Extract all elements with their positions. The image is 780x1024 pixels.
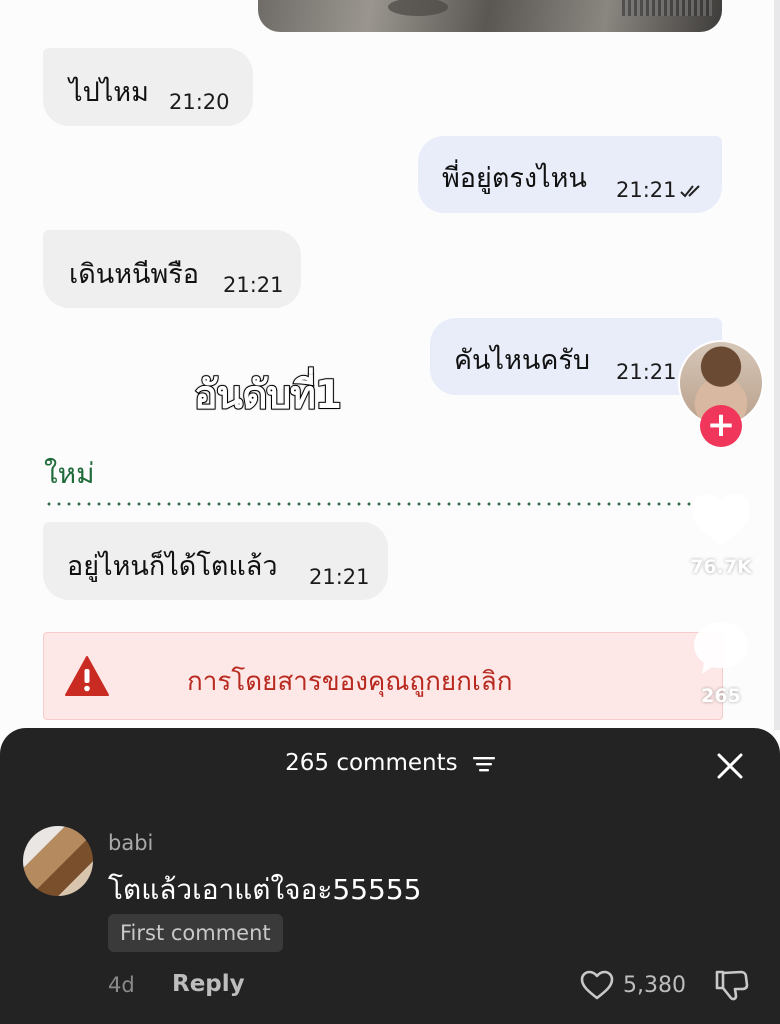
new-messages-label: ใหม่ [44, 457, 95, 490]
video-caption-overlay: อันดับที่1 [193, 372, 343, 419]
message-text: ไปไหม [69, 77, 149, 108]
comment-username[interactable]: babi [108, 831, 153, 855]
message-bubble-incoming: ไปไหม 21:20 [43, 48, 253, 126]
heart-icon[interactable] [580, 970, 614, 1000]
chat-media-thumbnail[interactable] [258, 0, 722, 32]
commenter-avatar[interactable] [23, 826, 93, 896]
thumbnail-detail [388, 0, 448, 16]
message-time: 21:21 [309, 565, 370, 589]
comments-title: 265 comments [285, 750, 458, 776]
message-text: พี่อยู่ตรงไหน [442, 163, 587, 194]
ride-cancelled-alert: การโดยสารของคุณถูกยกเลิก [43, 632, 723, 720]
comments-sheet: 265 comments babi โตแล้วเอาแต่ใจอะ55555 … [0, 728, 780, 1024]
new-messages-divider [44, 502, 694, 506]
message-time: 21:21 [616, 360, 677, 384]
message-text: เดินหนีพรือ [69, 259, 199, 290]
comment-icon[interactable] [692, 620, 750, 676]
message-bubble-incoming: อยู่ไหนก็ได้โตแล้ว 21:21 [43, 522, 388, 600]
plus-icon: + [706, 405, 736, 445]
heart-icon[interactable] [690, 492, 752, 548]
message-time: 21:21 [616, 178, 677, 202]
sort-icon[interactable] [472, 756, 495, 772]
reply-button[interactable]: Reply [172, 971, 245, 997]
message-time: 21:20 [169, 90, 230, 114]
message-text: คันไหนครับ [454, 345, 591, 376]
alert-text: การโดยสารของคุณถูกยกเลิก [187, 667, 513, 697]
like-count: 76.7K [690, 556, 752, 578]
message-bubble-incoming: เดินหนีพรือ 21:21 [43, 230, 301, 308]
comments-header: 265 comments [0, 750, 780, 776]
comment-text: โตแล้วเอาแต่ใจอะ55555 [108, 873, 422, 906]
dislike-icon[interactable] [714, 968, 750, 1002]
message-time: 21:21 [223, 273, 284, 297]
double-check-icon [680, 185, 700, 198]
comment-count: 265 [701, 685, 741, 707]
close-icon[interactable] [716, 752, 744, 780]
message-bubble-outgoing: พี่อยู่ตรงไหน 21:21 [418, 136, 722, 213]
follow-plus-button[interactable]: + [700, 405, 742, 447]
message-text: อยู่ไหนก็ได้โตแล้ว [67, 551, 278, 582]
video-frame[interactable]: ไปไหม 21:20 พี่อยู่ตรงไหน 21:21 เดินหนีพ… [0, 0, 780, 730]
thumbnail-detail [622, 0, 712, 16]
comment-like-count: 5,380 [623, 973, 686, 998]
warning-icon [65, 656, 109, 696]
first-comment-badge: First comment [108, 914, 283, 952]
comment-age: 4d [108, 973, 135, 997]
